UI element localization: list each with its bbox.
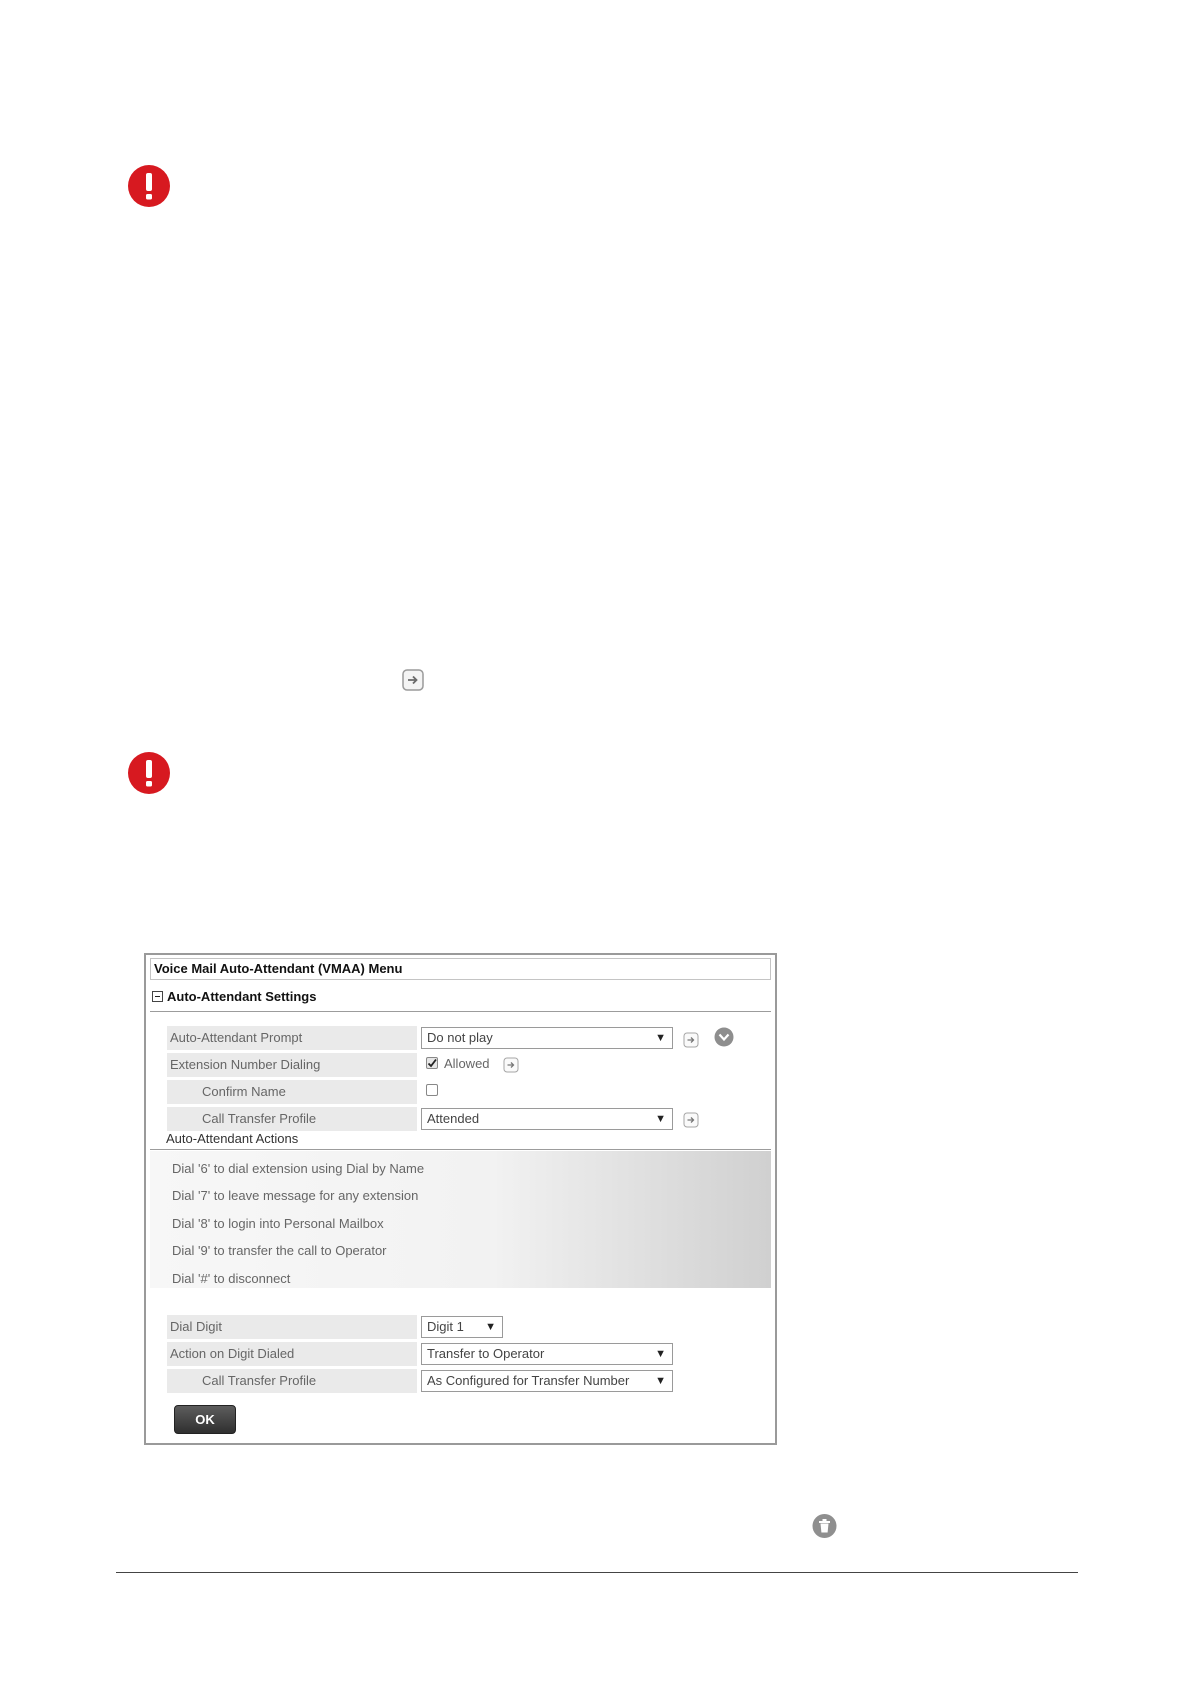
confirm-name-label: Confirm Name xyxy=(167,1080,417,1104)
vmaa-menu-panel: Voice Mail Auto-Attendant (VMAA) Menu Au… xyxy=(144,953,777,1445)
chevron-down-icon: ▼ xyxy=(655,1113,666,1125)
prompt-label: Auto-Attendant Prompt xyxy=(167,1026,417,1050)
warning-icon xyxy=(127,751,171,795)
confirm-name-checkbox[interactable] xyxy=(426,1084,438,1096)
actions-list: Dial '6' to dial extension using Dial by… xyxy=(150,1151,771,1288)
chevron-down-icon: ▼ xyxy=(655,1348,666,1360)
arrow-right-icon[interactable] xyxy=(503,1057,519,1073)
digit-transfer-profile-label: Call Transfer Profile xyxy=(167,1369,417,1393)
chevron-down-icon: ▼ xyxy=(655,1032,666,1044)
dial-digit-label: Dial Digit xyxy=(167,1315,417,1339)
digit-transfer-profile-select-value: As Configured for Transfer Number xyxy=(427,1373,630,1388)
footer-rule xyxy=(116,1572,1078,1573)
section-header-auto-attendant-settings[interactable]: Auto-Attendant Settings xyxy=(150,982,771,1012)
list-item[interactable]: Dial '6' to dial extension using Dial by… xyxy=(172,1161,424,1177)
arrow-right-icon[interactable] xyxy=(683,1032,699,1048)
prompt-select[interactable]: Do not play ▼ xyxy=(421,1027,673,1049)
ext-dialing-checkbox-label: Allowed xyxy=(444,1056,490,1071)
arrow-right-icon xyxy=(402,669,424,691)
list-item[interactable]: Dial '8' to login into Personal Mailbox xyxy=(172,1216,384,1232)
actions-heading: Auto-Attendant Actions xyxy=(150,1128,771,1150)
list-item[interactable]: Dial '7' to leave message for any extens… xyxy=(172,1188,418,1204)
warning-icon xyxy=(127,164,171,208)
ext-dialing-label: Extension Number Dialing xyxy=(167,1053,417,1077)
chevron-down-icon[interactable] xyxy=(714,1027,734,1047)
dial-digit-select-value: Digit 1 xyxy=(427,1319,464,1334)
chevron-down-icon: ▼ xyxy=(655,1375,666,1387)
chevron-down-icon: ▼ xyxy=(485,1321,496,1333)
section-title: Auto-Attendant Settings xyxy=(167,989,317,1004)
transfer-profile-select[interactable]: Attended ▼ xyxy=(421,1108,673,1130)
action-digit-select-value: Transfer to Operator xyxy=(427,1346,545,1361)
action-digit-select[interactable]: Transfer to Operator ▼ xyxy=(421,1343,673,1365)
arrow-right-icon[interactable] xyxy=(683,1112,699,1128)
ok-button[interactable]: OK xyxy=(174,1405,236,1434)
collapse-icon[interactable] xyxy=(152,991,163,1002)
list-item[interactable]: Dial '#' to disconnect xyxy=(172,1271,290,1287)
list-item[interactable]: Dial '9' to transfer the call to Operato… xyxy=(172,1243,387,1259)
digit-transfer-profile-select[interactable]: As Configured for Transfer Number ▼ xyxy=(421,1370,673,1392)
ext-dialing-checkbox[interactable] xyxy=(426,1057,438,1069)
panel-title: Voice Mail Auto-Attendant (VMAA) Menu xyxy=(150,958,771,980)
trash-icon xyxy=(812,1513,837,1539)
action-digit-label: Action on Digit Dialed xyxy=(167,1342,417,1366)
transfer-profile-select-value: Attended xyxy=(427,1111,480,1126)
prompt-select-value: Do not play xyxy=(427,1030,493,1045)
dial-digit-select[interactable]: Digit 1 ▼ xyxy=(421,1316,503,1338)
